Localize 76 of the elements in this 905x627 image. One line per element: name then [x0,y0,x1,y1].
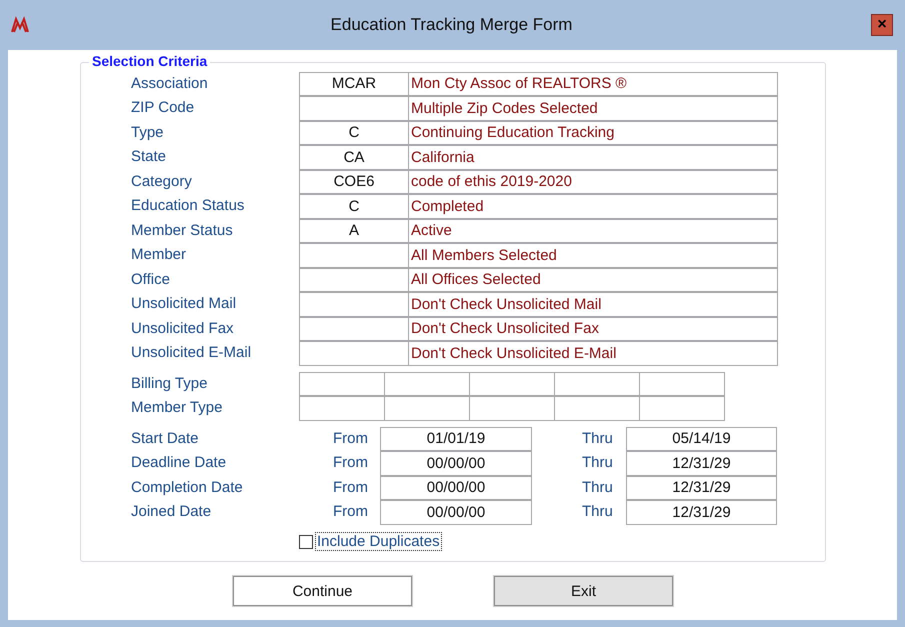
field-label: Association [131,74,209,92]
field-label: Member Type [131,399,224,416]
description-field: Completed [408,194,778,218]
logo-icon [10,16,32,34]
code-field[interactable] [299,243,409,268]
action-button[interactable]: Continue [233,576,412,606]
type-field[interactable] [639,396,725,420]
field-label: Unsolicited Fax [131,320,235,337]
thru-label: Thru [582,430,614,447]
code-field[interactable] [299,96,409,120]
from-label: From [333,454,369,472]
thru-date-field[interactable]: 12/31/29 [626,500,777,524]
code-field[interactable] [299,292,409,316]
field-label: Start Date [131,430,200,447]
field-label: Office [131,270,171,288]
field-label: Member Status [131,222,234,239]
type-field[interactable] [469,396,555,420]
type-field[interactable] [384,372,470,396]
description-field: All Offices Selected [408,268,778,292]
checkbox[interactable] [299,534,313,548]
field-label: Education Status [131,197,246,214]
code-field[interactable]: C [299,120,409,145]
from-date-field[interactable]: 00/00/00 [380,500,532,524]
code-field[interactable]: C [299,194,409,218]
description-field: Don't Check Unsolicited Fax [408,316,778,341]
description-field: code of ethis 2019-2020 [408,170,778,194]
thru-label: Thru [582,454,614,472]
description-field: Mon Cty Assoc of REALTORS ® [408,72,778,96]
field-label: State [131,148,168,166]
field-label: Category [131,172,193,190]
field-label: Completion Date [131,478,244,496]
field-label: Billing Type [131,374,208,392]
description-field: Don't Check Unsolicited Mail [408,292,778,316]
field-label: Deadline Date [131,454,228,472]
from-date-field[interactable]: 00/00/00 [380,476,532,500]
action-button[interactable]: Exit [494,576,673,606]
code-field[interactable] [299,268,409,292]
description-field: Continuing Education Tracking [408,120,778,145]
from-label: From [333,478,369,496]
code-field[interactable] [299,316,409,341]
type-field[interactable] [469,372,555,396]
description-field: Don't Check Unsolicited E-Mail [408,341,778,366]
type-field[interactable] [554,372,640,396]
thru-label: Thru [582,478,614,496]
code-field[interactable]: A [299,218,409,243]
window-title: Education Tracking Merge Form [330,15,572,35]
from-date-field[interactable]: 01/01/19 [380,426,532,451]
thru-label: Thru [582,503,614,520]
type-field[interactable] [639,372,725,396]
thru-date-field[interactable]: 12/31/29 [626,476,777,500]
description-field: California [408,145,778,170]
description-field: All Members Selected [408,243,778,268]
from-date-field[interactable]: 00/00/00 [380,451,532,476]
from-label: From [333,430,369,447]
field-label: Unsolicited E-Mail [131,344,252,362]
checkbox-label[interactable]: Include Duplicates [315,532,442,551]
code-field[interactable]: MCAR [299,72,409,96]
type-field[interactable] [554,396,640,420]
field-label: Unsolicited Mail [131,295,238,312]
type-field[interactable] [384,396,470,420]
description-field: Active [408,218,778,243]
code-field[interactable]: COE6 [299,170,409,194]
close-button[interactable]: × [870,14,893,36]
field-label: Member [131,246,188,264]
field-label: Joined Date [131,503,212,520]
from-label: From [333,503,369,520]
code-field[interactable] [299,341,409,366]
type-field[interactable] [299,396,385,420]
thru-date-field[interactable]: 12/31/29 [626,451,777,476]
thru-date-field[interactable]: 05/14/19 [626,426,777,451]
type-field[interactable] [299,372,385,396]
description-field: Multiple Zip Codes Selected [408,96,778,120]
field-label: Type [131,124,165,141]
code-field[interactable]: CA [299,145,409,170]
group-title: Selection Criteria [89,53,210,69]
field-label: ZIP Code [131,99,196,116]
